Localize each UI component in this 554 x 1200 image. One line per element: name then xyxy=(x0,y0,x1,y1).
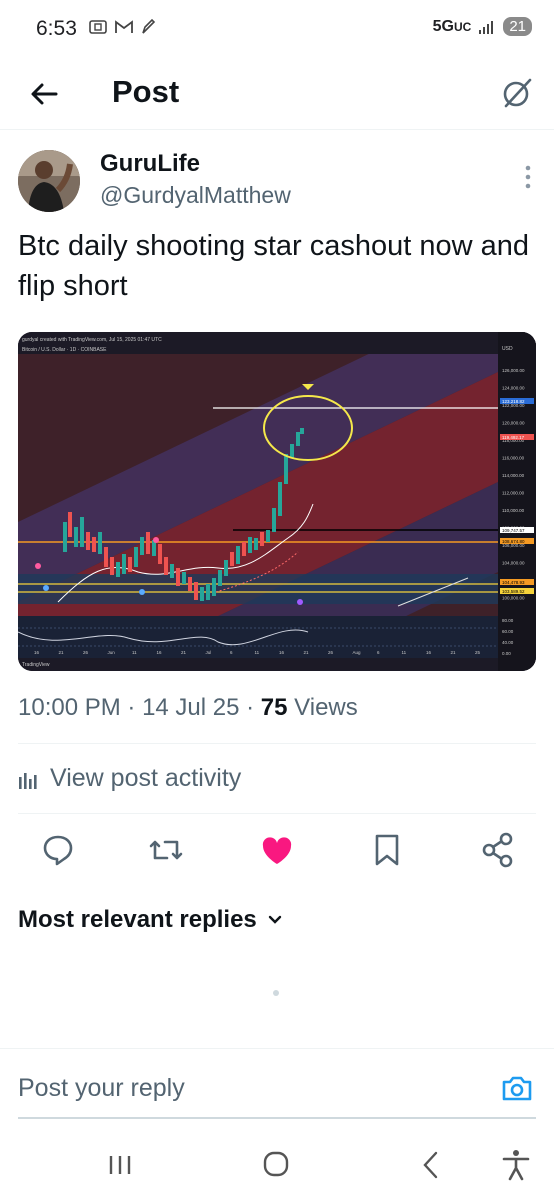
replies-sort-dropdown[interactable]: Most relevant replies xyxy=(18,906,283,934)
osc-tick-label: 40.00 xyxy=(502,640,514,645)
gmail-icon xyxy=(115,20,133,33)
date-tick-label: Jul xyxy=(206,650,212,655)
post-time: 10:00 PM xyxy=(18,694,121,721)
price-tick-label: 114,000.00 xyxy=(502,473,525,478)
badge-level4: 103,589.52 xyxy=(502,589,525,594)
date-tick-label: 16 xyxy=(34,650,40,655)
repost-icon[interactable] xyxy=(146,830,186,870)
chart-symbol-text: Bitcoin / U.S. Dollar · 1D · COINBASE xyxy=(22,347,107,353)
price-tick-label: 116,000.00 xyxy=(502,456,525,461)
chart-currency: USD xyxy=(502,346,513,352)
badge-level1: 109,747.57 xyxy=(502,528,525,533)
badge-level3: 104,478.93 xyxy=(502,580,525,585)
badge-high: 123,218.82 xyxy=(502,399,525,404)
top-app-bar: Post xyxy=(0,58,554,130)
badge-close: 119,492.17 xyxy=(502,435,525,440)
price-tick-label: 110,000.00 xyxy=(502,508,525,513)
analytics-icon xyxy=(19,772,37,789)
author-name[interactable]: GuruLife xyxy=(100,150,200,178)
divider xyxy=(18,743,536,744)
badge-level2: 108,674.80 xyxy=(502,539,525,544)
share-icon[interactable] xyxy=(478,830,518,870)
chevron-down-icon xyxy=(268,915,281,924)
reply-input[interactable]: Post your reply xyxy=(18,1074,185,1103)
date-tick-label: 21 xyxy=(59,650,65,655)
date-tick-label: 11 xyxy=(402,650,407,655)
date-tick-label: 11 xyxy=(132,650,137,655)
views-count: 75 xyxy=(260,694,288,721)
date-tick-label: 16 xyxy=(426,650,432,655)
price-tick-label: 100,000.00 xyxy=(502,596,525,601)
date-tick-label: 21 xyxy=(304,650,310,655)
like-icon-filled[interactable] xyxy=(257,830,297,870)
reply-composer: Post your reply xyxy=(0,1048,554,1128)
status-time: 6:53 xyxy=(36,17,77,40)
date-tick-label: 16 xyxy=(157,650,163,655)
post-date: 14 Jul 25 xyxy=(142,694,240,721)
date-tick-label: 21 xyxy=(181,650,187,655)
reply-input-underline xyxy=(18,1117,536,1119)
date-tick-label: 25 xyxy=(475,650,481,655)
post-timestamp-views: 10:00 PM · 14 Jul 25 · 75 Views xyxy=(18,694,358,721)
pen-icon xyxy=(142,18,156,34)
price-tick-label: 104,000.00 xyxy=(502,561,525,566)
price-tick-label: 126,000.00 xyxy=(502,368,525,373)
osc-tick-label: 80.00 xyxy=(502,618,514,623)
avatar-photo xyxy=(18,150,80,212)
post-media-chart-image[interactable]: gurdyal created with TradingView.com, Ju… xyxy=(18,332,536,671)
reply-icon[interactable] xyxy=(38,830,78,870)
post-author: GuruLife @GurdyalMatthew xyxy=(18,150,538,218)
date-tick-label: 11 xyxy=(255,650,260,655)
status-right: 5GUC 21 xyxy=(433,17,532,36)
home-icon[interactable] xyxy=(256,1148,296,1182)
accessibility-icon[interactable] xyxy=(496,1148,536,1182)
views-label: Views xyxy=(287,694,358,721)
network-type: 5GUC xyxy=(432,17,472,35)
status-notification-icons xyxy=(88,18,156,36)
chart-header-text: gurdyal created with TradingView.com, Ju… xyxy=(22,337,162,343)
recent-apps-icon[interactable] xyxy=(100,1148,140,1182)
page-title: Post xyxy=(112,74,180,109)
price-tick-label: 112,000.00 xyxy=(502,491,525,496)
back-nav-icon[interactable] xyxy=(412,1148,452,1182)
author-handle[interactable]: @GurdyalMatthew xyxy=(100,182,291,209)
more-options-icon[interactable] xyxy=(524,164,532,190)
bookmark-icon[interactable] xyxy=(367,830,407,870)
avatar[interactable] xyxy=(18,150,80,212)
date-tick-label: Jun xyxy=(108,650,116,655)
price-tick-label: 124,000.00 xyxy=(502,386,525,391)
grok-icon[interactable] xyxy=(498,75,534,111)
system-navigation-bar xyxy=(0,1128,554,1200)
view-post-activity-link[interactable]: View post activity xyxy=(18,764,241,793)
date-tick-label: Aug xyxy=(353,650,362,655)
loading-indicator xyxy=(273,990,279,996)
status-bar: 6:53 5GUC 21 xyxy=(0,0,554,58)
back-arrow-icon[interactable] xyxy=(26,76,62,112)
tradingview-footer: TradingView xyxy=(22,662,50,668)
osc-tick-label: 0.00 xyxy=(502,651,511,656)
date-tick-label: 26 xyxy=(328,650,334,655)
date-tick-label: 16 xyxy=(279,650,285,655)
divider xyxy=(18,813,536,814)
date-tick-label: 26 xyxy=(83,650,89,655)
signal-icon xyxy=(479,20,494,34)
post-text: Btc daily shooting star cashout now and … xyxy=(18,230,530,302)
camera-icon[interactable] xyxy=(500,1071,534,1105)
osc-tick-label: 60.00 xyxy=(502,629,514,634)
post-action-bar xyxy=(0,830,554,870)
date-tick-label: 21 xyxy=(451,650,457,655)
view-post-activity-label: View post activity xyxy=(50,764,242,792)
price-tick-label: 120,000.00 xyxy=(502,421,525,426)
replies-heading: Most relevant replies xyxy=(18,906,257,933)
tradingview-chart-screenshot: gurdyal created with TradingView.com, Ju… xyxy=(18,332,536,671)
battery-icon: 21 xyxy=(503,17,532,36)
screenshot-icon xyxy=(89,20,107,34)
